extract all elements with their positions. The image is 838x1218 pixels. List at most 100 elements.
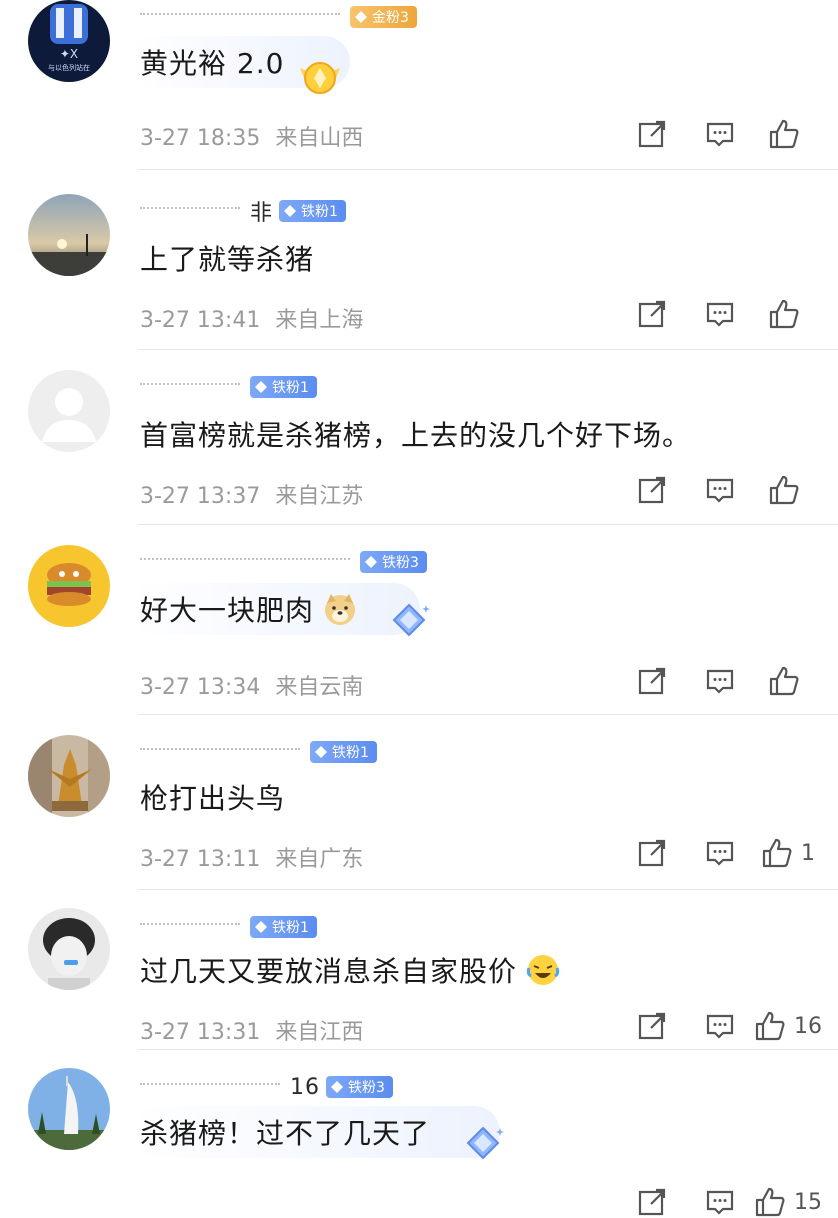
username-row: 铁粉1: [140, 739, 377, 765]
comment-button[interactable]: [686, 666, 754, 696]
comment-location: 来自广东: [275, 847, 364, 872]
repost-button[interactable]: [618, 838, 686, 868]
default-avatar-icon: [28, 370, 110, 452]
repost-icon: [638, 120, 666, 148]
username-obscured[interactable]: [140, 923, 240, 931]
like-icon: [755, 1187, 785, 1217]
comment-button[interactable]: [686, 299, 754, 329]
comment-meta: 3-27 13:11 来自广东: [140, 841, 363, 873]
repost-button[interactable]: [618, 1187, 686, 1217]
like-button[interactable]: 1: [754, 837, 822, 869]
comment-location: 来自江苏: [275, 484, 364, 509]
comment-icon: [706, 1190, 734, 1215]
username-obscured[interactable]: [140, 13, 340, 21]
like-icon: [769, 299, 799, 329]
diamond-icon: [255, 381, 267, 393]
badge-label: 铁粉3: [348, 1080, 385, 1096]
gold-medal-icon: [300, 62, 340, 94]
avatar[interactable]: [28, 735, 110, 817]
username-obscured[interactable]: [140, 748, 300, 756]
username-obscured[interactable]: [140, 207, 240, 215]
comment-text: 过几天又要放消息杀自家股价: [140, 948, 561, 992]
repost-button[interactable]: [618, 119, 686, 149]
like-count: 15: [794, 1189, 822, 1215]
repost-button[interactable]: [618, 299, 686, 329]
badge-label: 铁粉1: [301, 204, 338, 220]
avatar-image: [28, 194, 110, 276]
avatar[interactable]: ✦X 与以色列站在: [28, 0, 110, 82]
comment-time: 3-27 13:11: [140, 847, 261, 872]
like-button[interactable]: [754, 118, 822, 150]
diamond-icon: [255, 921, 267, 933]
comment-item: 铁粉1 首富榜就是杀猪榜，上去的没几个好下场。 3-27 13:37 来自江苏: [0, 350, 838, 525]
action-bar: 1: [618, 837, 822, 869]
fan-badge[interactable]: 金粉3: [350, 6, 417, 28]
badge-label: 铁粉1: [332, 745, 369, 761]
crown-icon: [355, 11, 367, 23]
like-button[interactable]: 16: [754, 1010, 822, 1042]
comment-location: 来自上海: [275, 308, 364, 333]
fan-badge[interactable]: 铁粉1: [250, 376, 317, 398]
comment-time: 3-27 13:41: [140, 308, 261, 333]
laughing-crying-emoji-icon: [526, 955, 560, 985]
username-obscured[interactable]: [140, 558, 350, 566]
avatar-image: ✦X 与以色列站在: [28, 0, 110, 82]
comment-text: 枪打出头鸟: [140, 782, 286, 815]
comment-button[interactable]: [686, 1187, 754, 1217]
action-bar: [618, 118, 822, 150]
comment-item: 铁粉3 好大一块肥肉 3-27 13:34 来自云南: [0, 525, 838, 715]
repost-button[interactable]: [618, 475, 686, 505]
comment-time: 3-27 13:37: [140, 484, 261, 509]
repost-icon: [638, 1012, 666, 1040]
comment-text: 杀猪榜！过不了几天了: [140, 1117, 431, 1150]
like-icon: [755, 1011, 785, 1041]
comment-location: 来自山西: [275, 126, 364, 151]
comment-item: 铁粉1 枪打出头鸟 3-27 13:11 来自广东 1: [0, 715, 838, 890]
username-fragment: 16: [290, 1074, 320, 1100]
comment-button[interactable]: [686, 1011, 754, 1041]
comment-text: 好大一块肥肉: [140, 587, 358, 631]
comment-text-content: 好大一块肥肉: [140, 594, 315, 627]
avatar[interactable]: [28, 545, 110, 627]
avatar[interactable]: [28, 908, 110, 990]
comment-location: 来自江西: [275, 1020, 364, 1045]
fan-badge[interactable]: 铁粉1: [310, 741, 377, 763]
repost-button[interactable]: [618, 666, 686, 696]
avatar[interactable]: [28, 1068, 110, 1150]
comment-button[interactable]: [686, 838, 754, 868]
username-obscured[interactable]: [140, 383, 240, 391]
avatar[interactable]: [28, 370, 110, 452]
comment-icon: [706, 1014, 734, 1039]
like-icon: [769, 475, 799, 505]
username-obscured[interactable]: [140, 1083, 280, 1091]
fan-badge[interactable]: 铁粉1: [250, 916, 317, 938]
doge-emoji-icon: [325, 594, 356, 625]
username-row: 非 铁粉1: [140, 198, 346, 226]
action-bar: 16: [618, 1010, 822, 1042]
comment-meta: 3-27 13:41 来自上海: [140, 302, 363, 334]
diamond-icon: [331, 1081, 343, 1093]
svg-text:✦X: ✦X: [60, 47, 78, 61]
username-row: 铁粉1: [140, 374, 317, 400]
fan-badge[interactable]: 铁粉3: [360, 551, 427, 573]
comment-meta: 3-27 13:34 来自云南: [140, 669, 363, 701]
avatar-image: [28, 1068, 110, 1150]
badge-label: 金粉3: [372, 10, 409, 26]
like-button[interactable]: [754, 474, 822, 506]
comment-button[interactable]: [686, 119, 754, 149]
like-button[interactable]: [754, 665, 822, 697]
username-row: 铁粉3: [140, 549, 427, 575]
comment-icon: [706, 669, 734, 694]
username-row: 金粉3: [140, 4, 417, 30]
like-button[interactable]: 15: [754, 1186, 822, 1218]
fan-badge[interactable]: 铁粉3: [326, 1076, 393, 1098]
diamond-medal-icon: [466, 1126, 504, 1160]
comment-button[interactable]: [686, 475, 754, 505]
username-fragment: 非: [250, 201, 274, 226]
repost-button[interactable]: [618, 1011, 686, 1041]
fan-badge[interactable]: 铁粉1: [279, 200, 346, 222]
comment-meta: 3-27 13:31 来自江西: [140, 1014, 363, 1046]
like-button[interactable]: [754, 298, 822, 330]
avatar[interactable]: [28, 194, 110, 276]
comment-time: 3-27 18:35: [140, 126, 261, 151]
